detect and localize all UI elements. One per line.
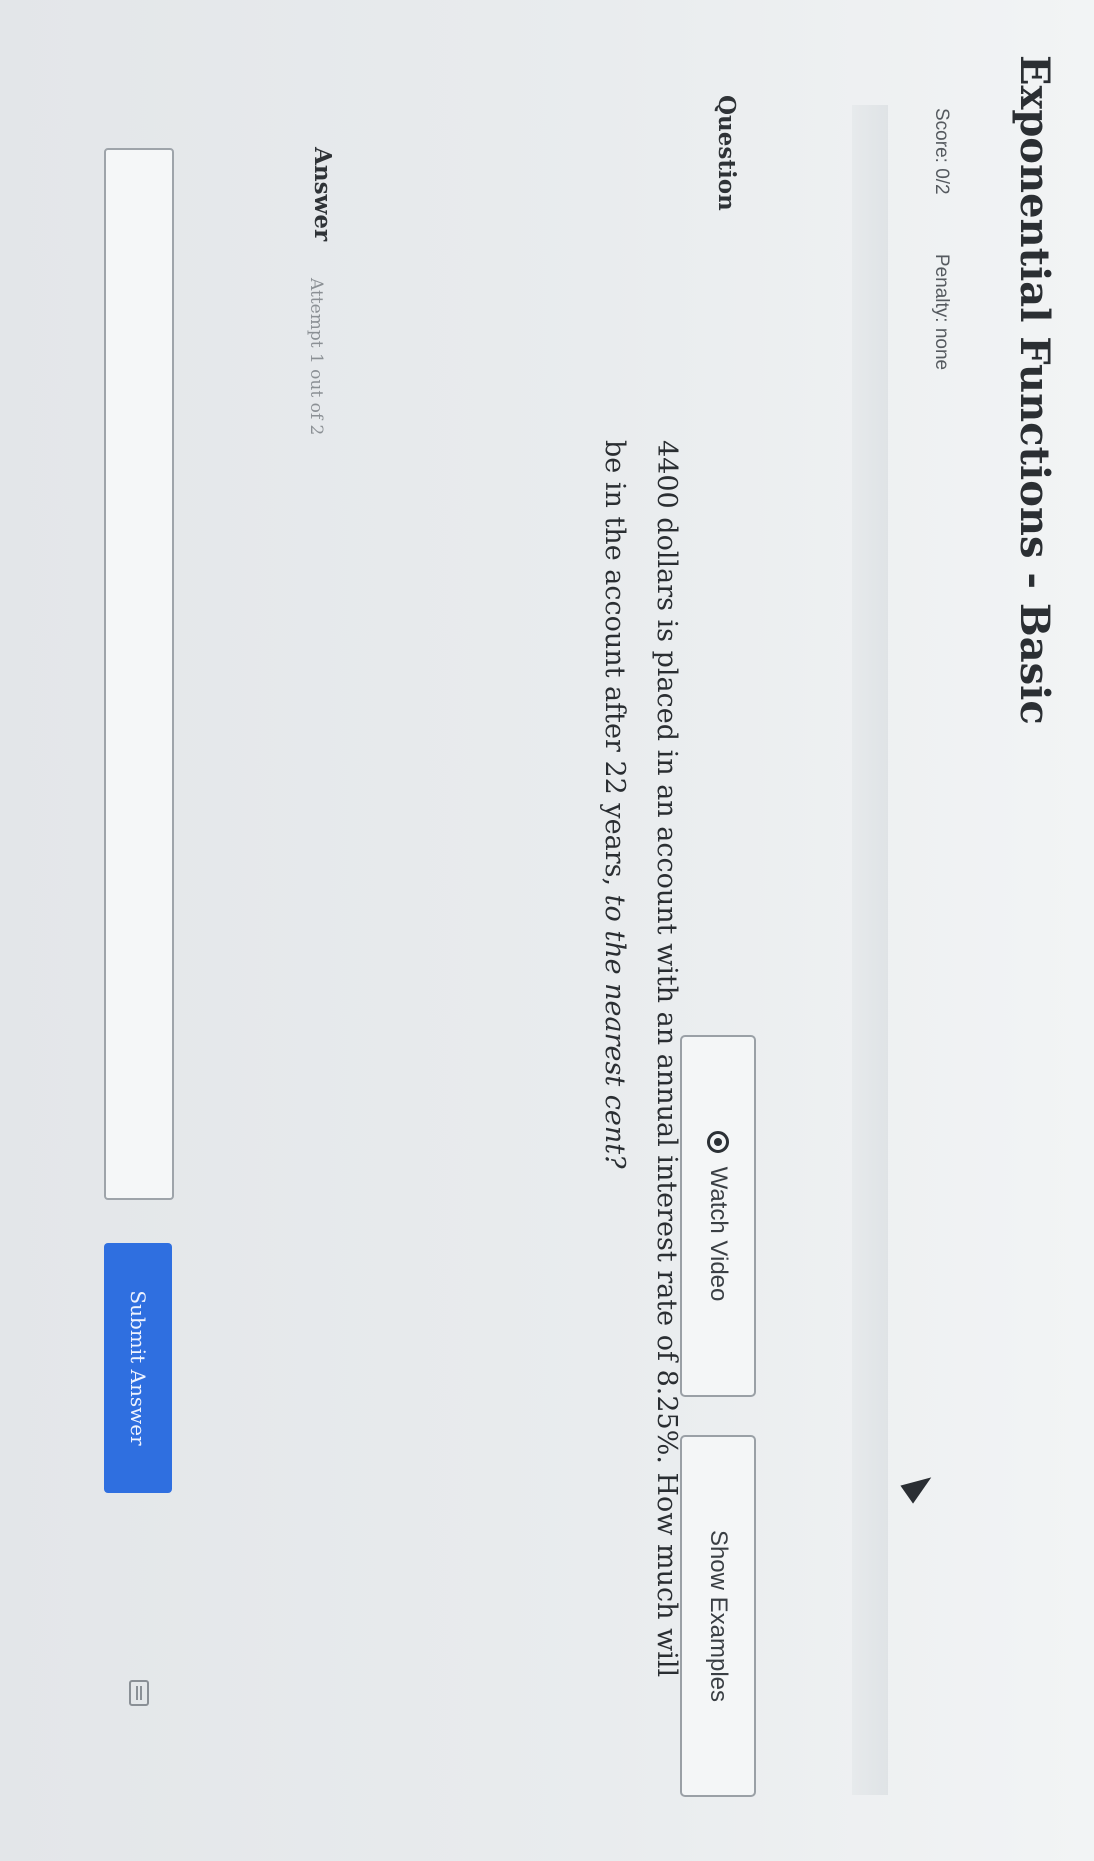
question-text-emphasis: to the nearest cent?: [599, 894, 630, 1169]
mouse-pointer-icon: [900, 1468, 938, 1504]
keyboard-icon[interactable]: [129, 1680, 149, 1706]
answer-label: Answer: [309, 147, 336, 242]
submit-answer-label: Submit Answer: [126, 1290, 150, 1446]
score-bar: Score: 0/2 Penalty: none: [930, 108, 952, 424]
answer-input[interactable]: [104, 148, 174, 1200]
show-examples-label: Show Examples: [705, 1529, 732, 1703]
play-circle-icon: [707, 1130, 729, 1153]
watch-video-label: Watch Video: [705, 1166, 732, 1302]
header-divider: [852, 105, 888, 1795]
page-title: Exponential Functions - Basic: [1011, 55, 1058, 725]
attempt-counter: Attempt 1 out of 2: [306, 278, 326, 436]
question-label: Question: [713, 95, 740, 211]
submit-answer-button[interactable]: Submit Answer: [104, 1243, 172, 1493]
penalty-text: Penalty: none: [931, 253, 952, 371]
screen: Exponential Functions - Basic Score: 0/2…: [0, 0, 1094, 1861]
score-text: Score: 0/2: [931, 108, 952, 195]
question-text: 4400 dollars is placed in an account wit…: [588, 440, 692, 1680]
